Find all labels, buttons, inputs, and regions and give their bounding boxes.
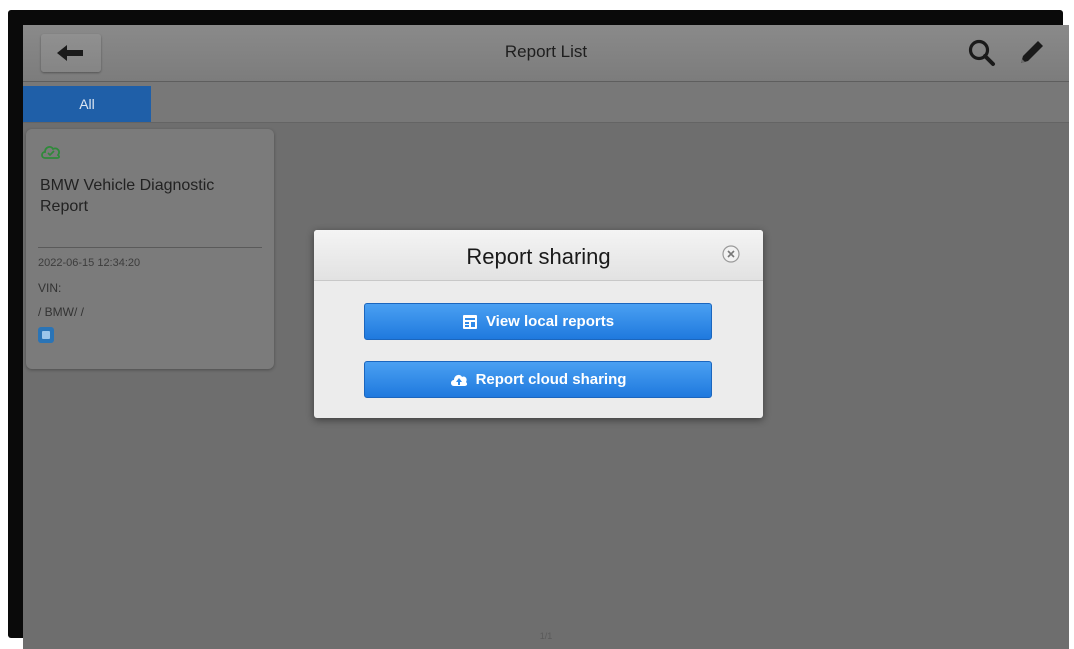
- edit-icon[interactable]: [1017, 37, 1047, 67]
- report-cloud-sharing-label: Report cloud sharing: [475, 371, 627, 388]
- view-local-reports-label: View local reports: [485, 313, 615, 330]
- report-cloud-sharing-button[interactable]: Report cloud sharing: [364, 361, 712, 398]
- report-type-icon: [38, 327, 54, 343]
- search-icon[interactable]: [967, 38, 997, 68]
- device-frame: Report List All BMW Vehicle Diagnostic R…: [8, 10, 1069, 649]
- cloud-upload-icon: [450, 373, 468, 387]
- report-title: BMW Vehicle Diagnostic Report: [40, 177, 215, 215]
- app-header: Report List: [23, 25, 1069, 82]
- page-indicator: 1/1: [539, 631, 553, 641]
- report-vin: VIN:: [38, 281, 62, 295]
- view-local-reports-button[interactable]: View local reports: [364, 303, 712, 340]
- report-date: 2022-06-15 12:34:20: [38, 257, 141, 269]
- report-make: / BMW/ /: [38, 305, 84, 319]
- report-card[interactable]: BMW Vehicle Diagnostic Report 2022-06-15…: [26, 129, 274, 369]
- tab-bar: All: [23, 82, 1069, 123]
- page-title: Report List: [504, 42, 588, 61]
- close-icon[interactable]: [721, 244, 741, 264]
- card-divider: [38, 247, 262, 248]
- report-icon: [462, 314, 478, 330]
- dialog-header: Report sharing: [314, 230, 763, 281]
- tab-all[interactable]: All: [23, 86, 151, 122]
- report-sharing-dialog: Report sharing View local reports Report…: [314, 230, 763, 418]
- dialog-title: Report sharing: [466, 244, 611, 269]
- cloud-icon: [41, 145, 60, 159]
- app-screen: Report List All BMW Vehicle Diagnostic R…: [23, 25, 1069, 649]
